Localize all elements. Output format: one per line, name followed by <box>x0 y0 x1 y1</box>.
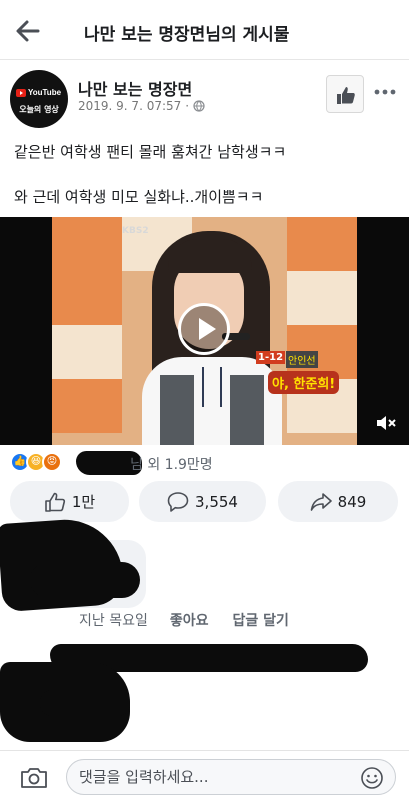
comment-like-button[interactable]: 좋아요 <box>170 610 209 630</box>
top-bar: 나만 보는 명장면님의 게시물 <box>0 0 409 60</box>
caption-subtitle: 야, 한준희! <box>268 371 340 394</box>
caption-name: 안인선 <box>286 351 318 368</box>
comment-meta: 지난 목요일 좋아요 답글 달기 <box>79 610 289 630</box>
share-arrow-icon <box>310 492 332 511</box>
avatar-subtitle: 오늘의 영상 <box>19 105 59 114</box>
angry-reaction-icon: 😡 <box>42 452 62 472</box>
like-button[interactable]: 1만 <box>10 481 129 522</box>
page-avatar[interactable]: YouTube 오늘의 영상 <box>10 70 68 128</box>
channel-logo: KBS2 <box>122 226 149 236</box>
post-text-line: 같은반 여학생 팬티 몰래 훔쳐간 남학생ㅋㅋ <box>14 143 287 161</box>
like-count: 1만 <box>71 493 96 511</box>
share-count: 849 <box>337 492 367 511</box>
youtube-logo: YouTube <box>16 88 61 97</box>
youtube-play-icon <box>16 88 26 97</box>
post-text-line: 와 근데 여학생 미모 실화냐..개이쁨ㅋㅋ <box>14 188 264 206</box>
post-header: YouTube 오늘의 영상 나만 보는 명장면 2019. 9. 7. 07:… <box>0 60 409 130</box>
globe-icon <box>193 100 205 112</box>
back-button[interactable] <box>14 18 42 44</box>
comment-bubble-icon <box>167 491 189 512</box>
page-title: 나만 보는 명장면님의 게시물 <box>84 25 290 45</box>
like-page-button[interactable] <box>326 75 364 113</box>
post-body: 같은반 여학생 팬티 몰래 훔쳐간 남학생ㅋㅋ 와 근데 여학생 미모 실화냐.… <box>14 140 399 209</box>
emoji-smile-icon[interactable] <box>360 766 384 790</box>
share-button[interactable]: 849 <box>278 481 398 522</box>
comment-reply-button[interactable]: 답글 달기 <box>233 610 289 630</box>
post-timestamp[interactable]: 2019. 9. 7. 07:57 <box>78 99 181 113</box>
reactions-summary[interactable]: 👍 😆 😡 님 외 1.9만명 <box>10 450 400 476</box>
video-caption: 1-12 안인선 야, 한준희! <box>256 351 356 395</box>
mute-icon[interactable] <box>376 415 396 431</box>
page-name-link[interactable]: 나만 보는 명장면 <box>78 76 192 100</box>
comment-time[interactable]: 지난 목요일 <box>79 610 148 630</box>
meta-separator: · <box>185 99 190 113</box>
youtube-brand-text: YouTube <box>28 88 62 97</box>
thumbs-up-outline-icon <box>45 492 65 512</box>
thumbs-up-icon <box>337 87 355 104</box>
comment-composer <box>0 750 409 800</box>
post-meta: 2019. 9. 7. 07:57 · <box>78 99 205 113</box>
arrow-left-icon <box>16 20 40 42</box>
caption-number: 1-12 <box>256 351 286 364</box>
comment-button[interactable]: 3,554 <box>139 481 266 522</box>
comment-input[interactable] <box>66 759 396 795</box>
redacted-comment <box>30 562 140 598</box>
reaction-count-text: 님 외 1.9만명 <box>130 457 213 473</box>
more-options-button[interactable] <box>372 82 398 102</box>
video-player[interactable]: KBS2 1-12 안인선 야, 한준희! <box>0 217 409 445</box>
comment-count: 3,554 <box>195 492 238 511</box>
more-dots-icon <box>374 89 396 95</box>
redacted-comment <box>40 690 130 716</box>
play-button[interactable] <box>178 303 230 355</box>
camera-icon[interactable] <box>20 766 48 790</box>
